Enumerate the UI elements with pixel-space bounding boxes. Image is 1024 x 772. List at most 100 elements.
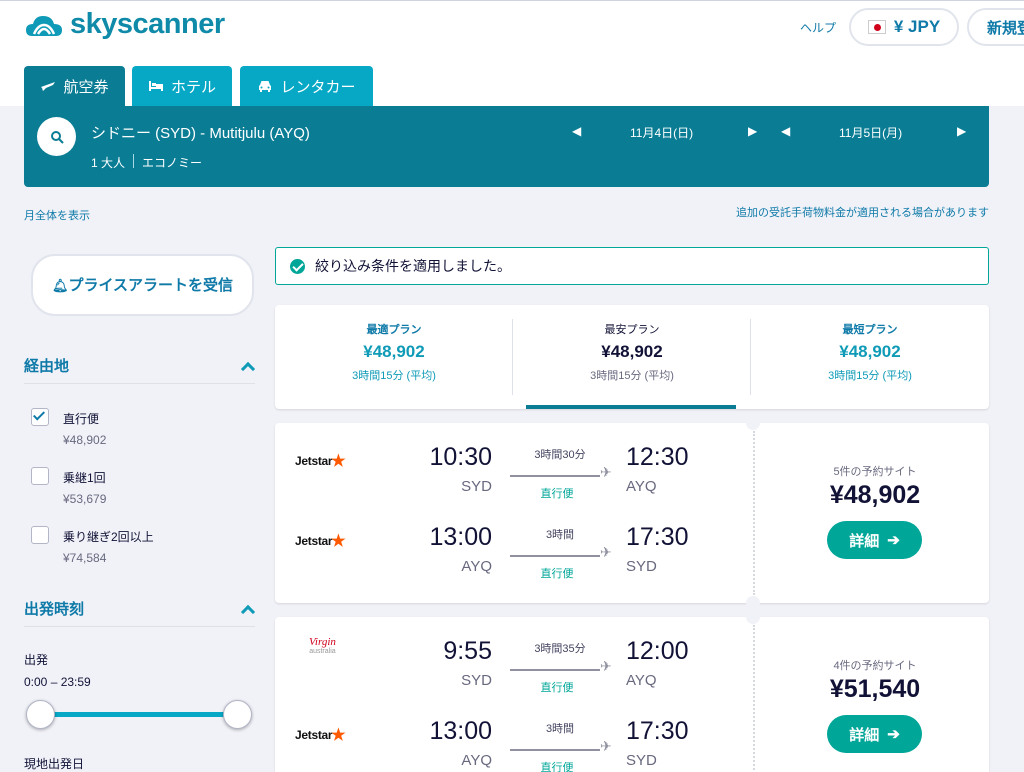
checkmark-icon [32, 408, 46, 421]
search-summary-bar[interactable] [24, 106, 989, 187]
stops-direct-label: 直行便 [63, 412, 100, 426]
chevron-up-icon [240, 361, 256, 376]
next-return-date-arrow-icon[interactable]: ▶ [957, 124, 966, 138]
result-card[interactable]: Jetstar ★ 10:30 SYD 3時間30分 ✈ 直行便 12:30 AY… [275, 416, 989, 610]
departure-slider-track[interactable] [40, 712, 238, 717]
help-link[interactable]: ヘルプ [800, 19, 836, 36]
departure-slider-end-handle[interactable] [223, 700, 252, 729]
sort-options: 最適プラン ¥48,902 3時間15分 (平均) 最安プラン ¥48,902 … [275, 305, 989, 409]
sort-best[interactable]: 最適プラン ¥48,902 3時間15分 (平均) [275, 305, 513, 409]
cabin-class: エコノミー [142, 156, 203, 170]
ticket-notch [746, 416, 760, 430]
stops-one-checkbox[interactable] [31, 467, 49, 485]
cloud-logo-icon [26, 15, 62, 36]
plane-icon: ✈ [600, 545, 612, 561]
arrival-airport: AYQ [626, 478, 657, 495]
arrow-right-icon: ➔ [887, 726, 900, 743]
stops-two-plus-price: ¥74,584 [63, 551, 107, 565]
result-price: ¥51,540 [829, 675, 921, 703]
departure-slider-start-handle[interactable] [26, 700, 55, 729]
result-price: ¥48,902 [829, 481, 921, 509]
arrival-airport: SYD [626, 558, 657, 575]
tab-hotels[interactable]: ホテル [132, 66, 232, 106]
stops-section-header[interactable]: 経由地 [24, 355, 256, 376]
details-button[interactable]: 詳細 ➔ [827, 715, 922, 753]
departure-time: 13:00 [429, 717, 492, 745]
tab-label: ホテル [170, 78, 216, 96]
flight-duration: 3時間 [545, 529, 575, 541]
departure-time: 13:00 [429, 523, 492, 551]
sort-price: ¥48,902 [839, 342, 901, 361]
arrival-airport: SYD [626, 752, 657, 769]
japan-flag-icon [867, 20, 886, 34]
return-leg: Jetstar ★ 13:00 AYQ 3時間 ✈ 直行便 17:30 SYD [275, 697, 745, 772]
check-circle-icon [290, 258, 305, 274]
details-label: 詳細 [849, 726, 880, 744]
arrival-airport: AYQ [626, 672, 657, 689]
departure-airport: AYQ [461, 558, 492, 575]
stops-two-plus-label: 乗り継ぎ2回以上 [63, 530, 154, 544]
baggage-notice-link[interactable]: 追加の受託手荷物料金が適用される場合があります [736, 204, 989, 220]
route-line [510, 555, 600, 557]
ticket-notch [746, 610, 760, 624]
search-button[interactable] [37, 117, 76, 156]
divider [753, 431, 755, 595]
skyscanner-logo[interactable]: skyscanner [24, 8, 225, 41]
stops-two-plus-checkbox[interactable] [31, 526, 49, 544]
sort-duration: 3時間15分 (平均) [828, 370, 912, 382]
bed-icon [148, 81, 163, 91]
jetstar-logo: Jetstar ★ [295, 531, 346, 551]
arrival-time: 17:30 [626, 717, 689, 745]
passenger-count: 1 大人 [91, 156, 126, 170]
filter-applied-notice: 絞り込み条件を適用しました。 [275, 247, 989, 285]
outbound-leg: Jetstar ★ 10:30 SYD 3時間30分 ✈ 直行便 12:30 AY… [275, 423, 745, 500]
currency-label: ¥ JPY [893, 17, 941, 36]
departure-time: 9:55 [443, 637, 492, 665]
star-icon: ★ [331, 533, 346, 550]
passenger-cabin-info[interactable]: 1 大人 エコノミー [91, 154, 202, 171]
return-leg: Jetstar ★ 13:00 AYQ 3時間 ✈ 直行便 17:30 SYD [275, 503, 745, 580]
next-depart-date-arrow-icon[interactable]: ▶ [748, 124, 757, 138]
logo-text: skyscanner [70, 8, 225, 40]
stops-direct-checkbox[interactable] [31, 408, 49, 426]
airline-name: Jetstar [295, 534, 333, 548]
ticket-notch [746, 596, 760, 610]
signup-button[interactable]: 新規登録 [967, 8, 1024, 46]
stops-info: 直行便 [540, 568, 574, 580]
departure-airport: SYD [461, 478, 492, 495]
prev-depart-date-arrow-icon[interactable]: ◀ [572, 124, 581, 138]
plane-icon: ✈ [600, 739, 612, 755]
divider [24, 626, 255, 627]
price-alert-button[interactable]: 🔔︎プライスアラートを受信 [31, 254, 254, 316]
stops-info: 直行便 [540, 682, 574, 694]
tab-label: 航空券 [63, 78, 109, 96]
tab-car-rental[interactable]: レンタカー [240, 66, 373, 106]
search-icon [50, 130, 64, 144]
sort-fastest[interactable]: 最短プラン ¥48,902 3時間15分 (平均) [751, 305, 989, 409]
route-text[interactable]: シドニー (SYD) - Mutitjulu (AYQ) [91, 122, 310, 143]
details-label: 詳細 [849, 532, 880, 550]
month-view-link[interactable]: 月全体を表示 [24, 207, 90, 223]
stops-info: 直行便 [540, 488, 574, 500]
bell-icon: 🔔︎ [51, 277, 69, 293]
tab-flights[interactable]: 航空券 [24, 66, 125, 106]
airline-name: Jetstar [295, 454, 333, 468]
departure-airport: SYD [461, 672, 492, 689]
prev-return-date-arrow-icon[interactable]: ◀ [781, 124, 790, 138]
result-card[interactable]: Virgin australia 9:55 SYD 3時間35分 ✈ 直行便 12… [275, 610, 989, 772]
details-button[interactable]: 詳細 ➔ [827, 521, 922, 559]
arrival-time: 12:00 [626, 637, 689, 665]
route-line [510, 475, 600, 477]
departure-time: 10:30 [429, 443, 492, 471]
currency-button[interactable]: ¥ JPY [849, 8, 959, 46]
flight-duration: 3時間35分 [534, 643, 586, 655]
arrow-right-icon: ➔ [887, 532, 900, 549]
sort-price: ¥48,902 [601, 342, 663, 361]
local-departure-date-label: 現地出発日 [24, 757, 85, 771]
return-date[interactable]: 11月5日(月) [839, 124, 902, 141]
depart-date[interactable]: 11月4日(日) [630, 124, 693, 141]
plane-icon [41, 82, 56, 91]
sort-cheapest[interactable]: 最安プラン ¥48,902 3時間15分 (平均) [513, 305, 751, 409]
departure-time-section-header[interactable]: 出発時刻 [24, 598, 256, 619]
route-line [510, 669, 600, 671]
